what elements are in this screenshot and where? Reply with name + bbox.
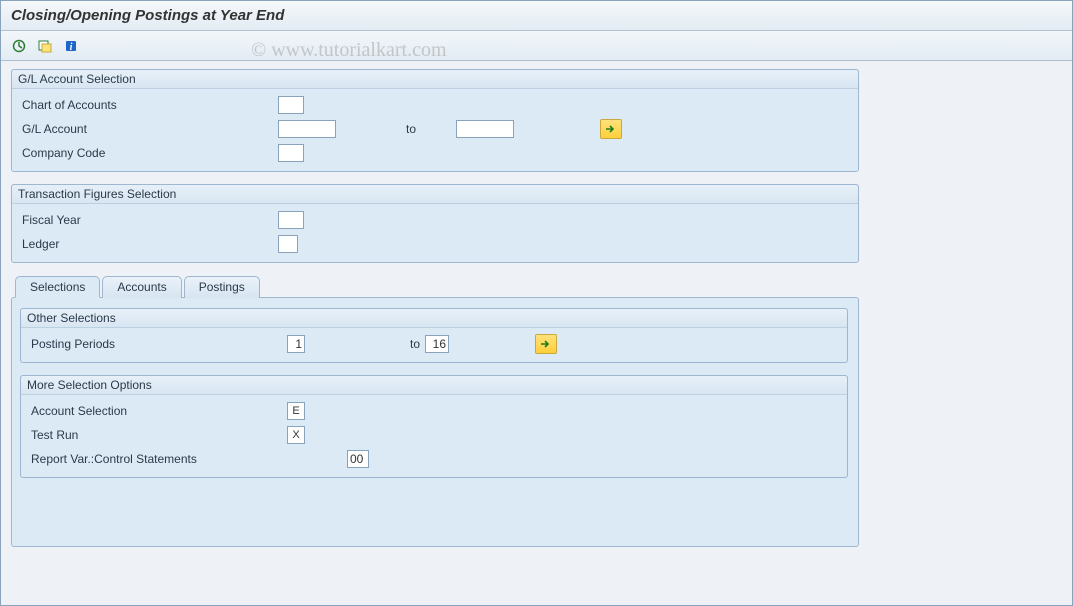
tab-selections[interactable]: Selections xyxy=(15,276,100,298)
arrow-right-icon xyxy=(605,124,617,134)
group-title: Transaction Figures Selection xyxy=(12,185,858,204)
chart-of-accounts-input[interactable] xyxy=(278,96,304,114)
gl-account-to-input[interactable] xyxy=(456,120,514,138)
label-report-var: Report Var.:Control Statements xyxy=(27,452,347,466)
posting-period-to-input[interactable] xyxy=(425,335,449,353)
label-posting-periods: Posting Periods xyxy=(27,337,287,351)
app-window: Closing/Opening Postings at Year End i ©… xyxy=(0,0,1073,606)
info-button[interactable]: i xyxy=(61,36,81,56)
content-area: G/L Account Selection Chart of Accounts … xyxy=(1,61,1072,555)
clock-execute-icon xyxy=(12,39,26,53)
posting-period-from-input[interactable] xyxy=(287,335,305,353)
fiscal-year-input[interactable] xyxy=(278,211,304,229)
svg-text:i: i xyxy=(70,42,73,53)
group-more-selection-options: More Selection Options Account Selection… xyxy=(20,375,848,478)
ledger-input[interactable] xyxy=(278,235,298,253)
group-title: Other Selections xyxy=(21,309,847,328)
gl-account-from-input[interactable] xyxy=(278,120,336,138)
tabstrip: Selections Accounts Postings Other Selec… xyxy=(11,275,859,547)
label-test-run: Test Run xyxy=(27,428,287,442)
label-account-selection: Account Selection xyxy=(27,404,287,418)
tab-postings[interactable]: Postings xyxy=(184,276,260,298)
group-title: G/L Account Selection xyxy=(12,70,858,89)
page-title: Closing/Opening Postings at Year End xyxy=(11,7,284,24)
gl-account-multiple-selection-button[interactable] xyxy=(600,119,622,139)
toolbar: i xyxy=(1,31,1072,61)
group-gl-account-selection: G/L Account Selection Chart of Accounts … xyxy=(11,69,859,172)
get-variant-button[interactable] xyxy=(35,36,55,56)
tab-accounts[interactable]: Accounts xyxy=(102,276,181,298)
group-title: More Selection Options xyxy=(21,376,847,395)
report-var-input[interactable] xyxy=(347,450,369,468)
info-icon: i xyxy=(64,39,78,53)
arrow-right-icon xyxy=(540,339,552,349)
execute-button[interactable] xyxy=(9,36,29,56)
label-company-code: Company Code xyxy=(18,146,278,160)
tab-panel-selections: Other Selections Posting Periods to xyxy=(11,297,859,547)
test-run-checkbox[interactable]: X xyxy=(287,426,305,444)
label-to: to xyxy=(336,122,456,136)
group-other-selections: Other Selections Posting Periods to xyxy=(20,308,848,363)
label-to: to xyxy=(305,337,425,351)
company-code-input[interactable] xyxy=(278,144,304,162)
label-fiscal-year: Fiscal Year xyxy=(18,213,278,227)
group-transaction-figures: Transaction Figures Selection Fiscal Yea… xyxy=(11,184,859,263)
account-selection-input[interactable]: E xyxy=(287,402,305,420)
title-bar: Closing/Opening Postings at Year End xyxy=(1,1,1072,31)
variant-icon xyxy=(38,39,52,53)
label-chart-of-accounts: Chart of Accounts xyxy=(18,98,278,112)
label-ledger: Ledger xyxy=(18,237,278,251)
label-gl-account: G/L Account xyxy=(18,122,278,136)
posting-period-multiple-selection-button[interactable] xyxy=(535,334,557,354)
